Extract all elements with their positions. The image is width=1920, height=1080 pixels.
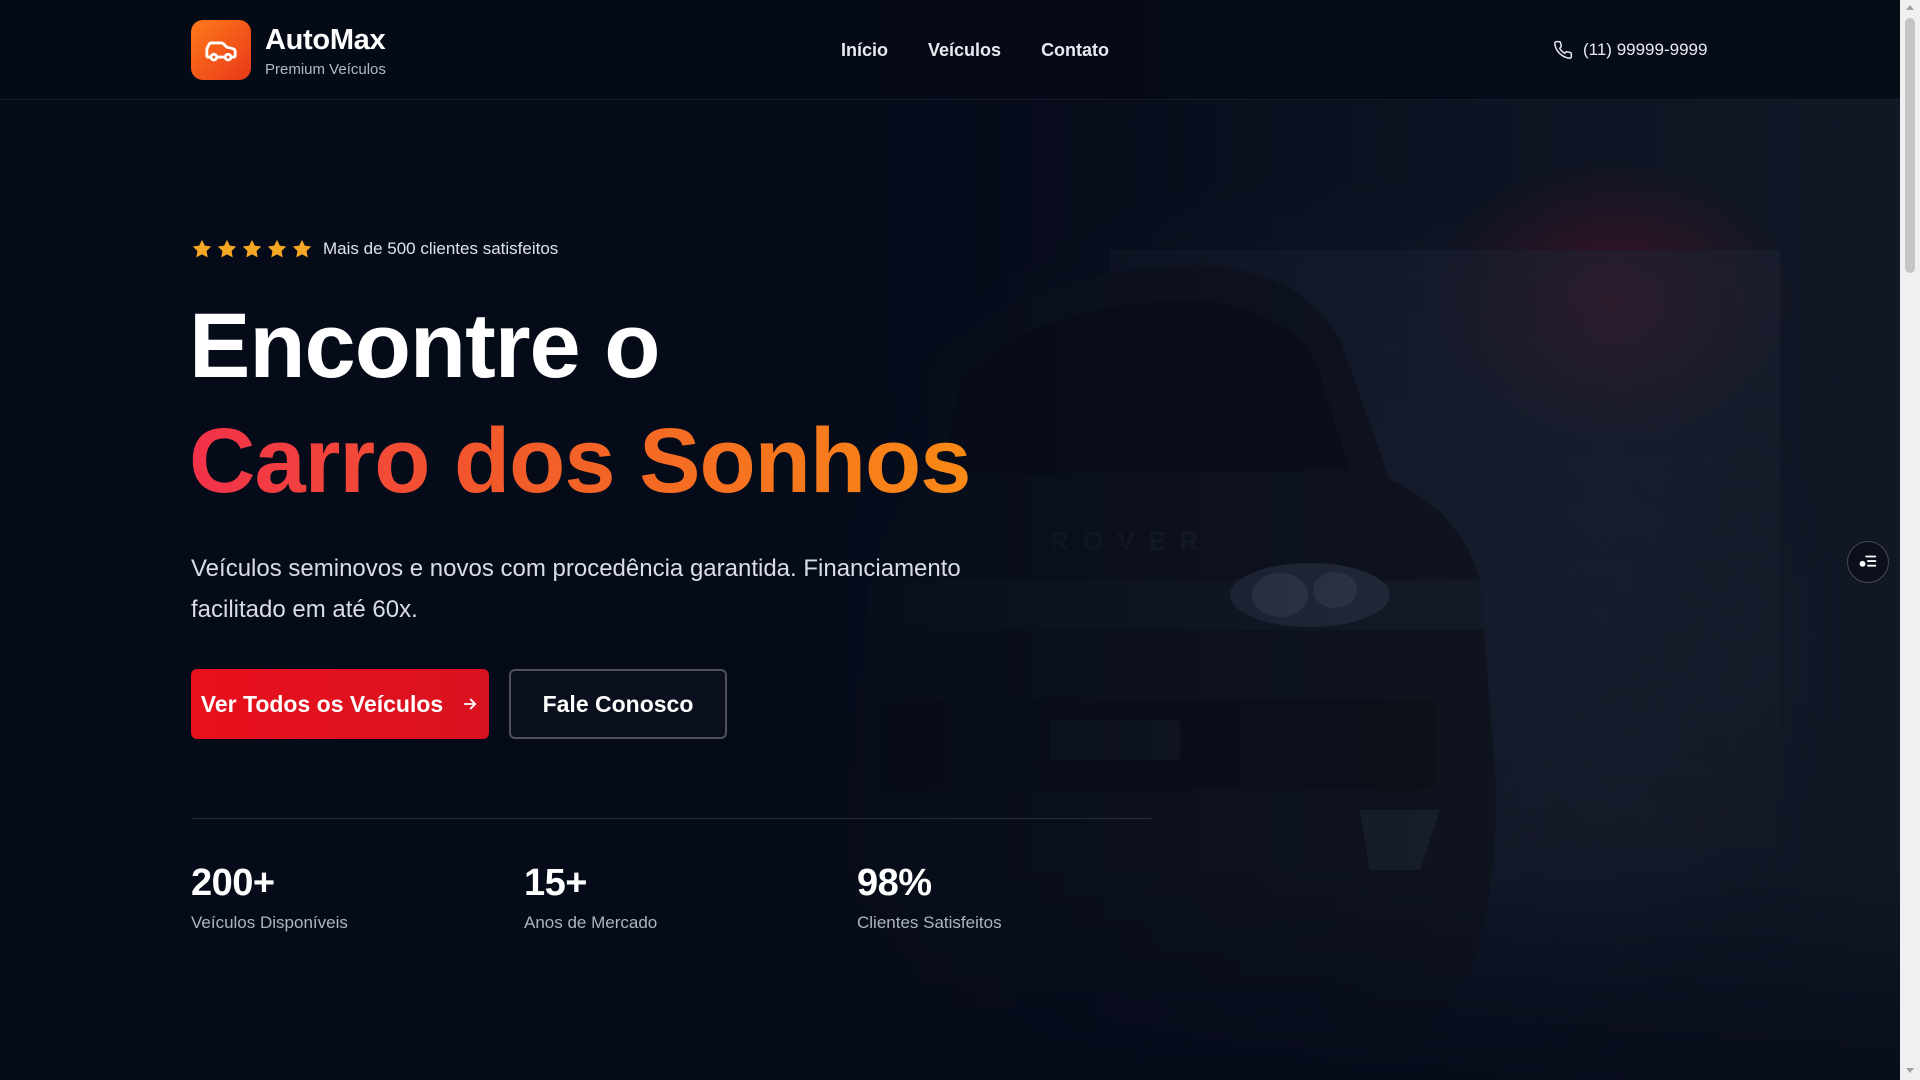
stat-label: Anos de Mercado xyxy=(524,913,658,932)
nav-item-contato[interactable]: Contato xyxy=(1041,40,1109,61)
stat-value: 200+ xyxy=(191,862,275,904)
nav-item-inicio[interactable]: Início xyxy=(841,40,888,61)
arrow-right-icon xyxy=(464,698,477,710)
filter-icon xyxy=(1859,555,1877,567)
stat-vehicles: 200+ Veículos Disponíveis xyxy=(191,862,348,933)
star-icon xyxy=(242,239,262,258)
star-icon xyxy=(217,239,237,258)
stat-value: 98% xyxy=(857,862,932,904)
site-header: AutoMax Premium Veículos Início Veículos… xyxy=(0,0,1900,100)
star-icon xyxy=(192,239,212,258)
star-rating xyxy=(191,238,313,260)
car-icon xyxy=(205,41,237,62)
stat-value: 15+ xyxy=(524,862,587,904)
scrollbar-thumb[interactable] xyxy=(1905,18,1915,273)
brand-tagline: Premium Veículos xyxy=(265,61,386,78)
main-nav: Início Veículos Contato xyxy=(841,40,1109,61)
page-scrollbar[interactable] xyxy=(1900,0,1920,1080)
hero-title-line1: Encontre o xyxy=(189,295,660,397)
contact-us-button[interactable]: Fale Conosco xyxy=(509,669,727,739)
hero-title-line2: Carro dos Sonhos xyxy=(189,410,971,512)
scroll-down-icon[interactable] xyxy=(1904,1064,1916,1076)
phone-link[interactable]: (11) 99999-9999 xyxy=(1553,40,1707,60)
nav-item-veiculos[interactable]: Veículos xyxy=(928,40,1001,61)
view-all-vehicles-button[interactable]: Ver Todos os Veículos xyxy=(191,669,489,739)
stat-label: Veículos Disponíveis xyxy=(191,913,348,932)
brand-name[interactable]: AutoMax xyxy=(265,24,386,57)
rating-row: Mais de 500 clientes satisfeitos xyxy=(191,238,558,260)
scroll-up-icon[interactable] xyxy=(1904,2,1916,14)
star-icon xyxy=(267,239,287,258)
stats-divider xyxy=(191,818,1151,819)
view-all-vehicles-label: Ver Todos os Veículos xyxy=(200,690,444,717)
contact-us-label: Fale Conosco xyxy=(542,690,694,717)
phone-number: (11) 99999-9999 xyxy=(1583,40,1708,59)
floating-filter-button[interactable] xyxy=(1847,541,1889,583)
stat-years: 15+ Anos de Mercado xyxy=(524,862,657,933)
star-icon xyxy=(292,239,312,258)
stat-satisfaction: 98% Clientes Satisfeitos xyxy=(857,862,1002,933)
brand-logo[interactable] xyxy=(191,20,251,80)
stat-label: Clientes Satisfeitos xyxy=(857,913,1002,932)
hero-subtitle: Veículos seminovos e novos com procedênc… xyxy=(191,555,961,623)
phone-icon xyxy=(1554,40,1573,59)
rating-text: Mais de 500 clientes satisfeitos xyxy=(323,239,559,258)
